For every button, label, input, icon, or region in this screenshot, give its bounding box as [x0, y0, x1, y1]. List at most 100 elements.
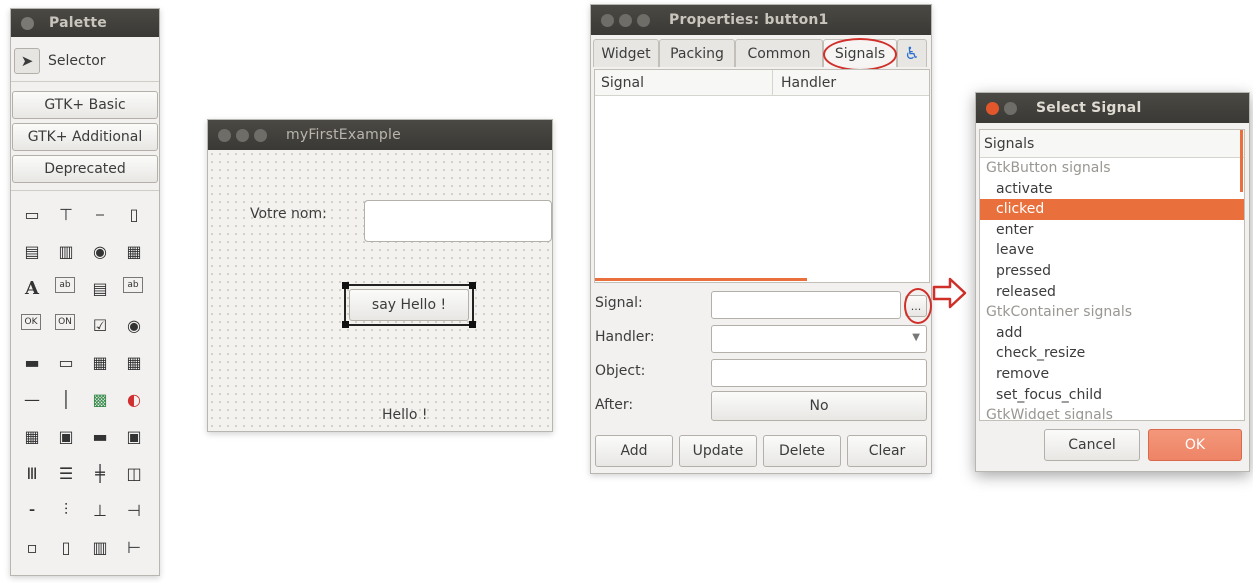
fixed-icon[interactable]: ▥ — [89, 536, 111, 558]
hscale-icon[interactable]: ⁃ — [21, 499, 43, 521]
hbox-icon[interactable]: ☰ — [55, 462, 77, 484]
window-icon[interactable]: ▭ — [21, 203, 43, 225]
signal-item[interactable]: clicked — [980, 199, 1244, 220]
tray-icon[interactable]: ▫ — [21, 536, 43, 558]
button-row-icon[interactable]: ▤ — [21, 240, 43, 262]
radio-icon[interactable]: ◉ — [123, 314, 145, 336]
example-title: myFirstExample — [286, 127, 401, 143]
progress-icon[interactable]: ▬ — [89, 425, 111, 447]
vbox-icon[interactable]: Ⅲ — [21, 462, 43, 484]
signal-group-header[interactable]: GtkButton signals — [980, 158, 1244, 179]
signal-item[interactable]: released — [980, 282, 1244, 303]
signal-item[interactable]: set_focus_child — [980, 385, 1244, 406]
image-icon[interactable]: ▩ — [89, 388, 111, 410]
signals-column-header[interactable]: Signals — [980, 130, 1244, 158]
design-canvas[interactable]: Votre nom: say Hello ! Hello ! — [208, 150, 552, 431]
after-toggle[interactable]: No — [711, 391, 927, 421]
column-signal[interactable]: Signal — [595, 70, 773, 95]
chevron-down-icon[interactable]: ▼ — [912, 332, 920, 343]
cancel-button[interactable]: Cancel — [1044, 429, 1140, 461]
spin-icon[interactable]: ab — [123, 277, 143, 293]
tab-common[interactable]: Common — [735, 39, 823, 67]
signal-tree[interactable]: Signals GtkButton signals activate clicked… — [979, 129, 1245, 421]
ok-icon[interactable]: OK — [21, 314, 41, 330]
frame-icon[interactable]: ▯ — [123, 203, 145, 225]
signal-item[interactable]: enter — [980, 220, 1244, 241]
signal-item[interactable]: remove — [980, 364, 1244, 385]
signals-annotation-ellipse — [823, 38, 897, 71]
column-handler[interactable]: Handler — [773, 70, 836, 95]
handler-combo[interactable]: ▼ — [711, 325, 927, 353]
tab-packing[interactable]: Packing — [659, 39, 735, 67]
maximize-icon[interactable] — [254, 128, 267, 142]
tab-accessibility[interactable]: ♿ — [897, 39, 927, 67]
list-scrollbar[interactable] — [595, 278, 807, 281]
ok-button[interactable]: OK — [1148, 429, 1242, 461]
notebook-icon[interactable]: ◫ — [123, 462, 145, 484]
signal-group-header[interactable]: GtkWidget signals — [980, 405, 1244, 420]
check-icon[interactable]: ☑ — [89, 314, 111, 336]
tab-widget[interactable]: Widget — [593, 39, 659, 67]
name-input[interactable] — [364, 200, 552, 242]
color-icon[interactable]: ◐ — [123, 388, 145, 410]
combo-entry-icon[interactable]: ▭ — [55, 351, 77, 373]
file-chooser-icon[interactable]: ▣ — [55, 425, 77, 447]
signal-handler-list[interactable]: Signal Handler — [594, 69, 930, 283]
signal-item[interactable]: activate — [980, 179, 1244, 200]
label-icon[interactable]: A — [21, 277, 43, 299]
radio-tool-icon[interactable]: ◉ — [89, 240, 111, 262]
vseparator-icon[interactable]: │ — [55, 388, 77, 410]
vscroll-icon[interactable]: ⊥ — [89, 499, 111, 521]
table-icon[interactable]: ▦ — [89, 351, 111, 373]
close-icon[interactable] — [986, 101, 999, 115]
maximize-icon[interactable] — [637, 13, 650, 27]
update-button[interactable]: Update — [679, 435, 757, 467]
select-signal-titlebar: Select Signal — [976, 93, 1249, 123]
say-hello-button[interactable]: say Hello ! — [349, 289, 469, 321]
group-deprecated-button[interactable]: Deprecated — [12, 155, 158, 183]
entry-icon[interactable]: ab — [55, 277, 75, 293]
accessibility-icon: ♿ — [904, 43, 920, 64]
grid-layout-icon[interactable]: ╪ — [89, 462, 111, 484]
minimize-icon[interactable] — [236, 128, 249, 142]
tree-scrollbar[interactable] — [1240, 130, 1243, 192]
ruler-icon[interactable]: ⎯ — [89, 203, 111, 225]
book-icon[interactable]: ▯ — [55, 536, 77, 558]
minimize-icon[interactable] — [1004, 101, 1017, 115]
text-view-icon[interactable]: ▤ — [89, 277, 111, 299]
signal-item[interactable]: pressed — [980, 261, 1244, 282]
close-icon[interactable] — [218, 128, 231, 142]
dialog-icon[interactable]: ⊤ — [55, 203, 77, 225]
grid-icon[interactable]: ▦ — [123, 351, 145, 373]
add-button[interactable]: Add — [595, 435, 673, 467]
group-gtk-additional-button[interactable]: GTK+ Additional — [12, 123, 158, 151]
selector-tool[interactable]: ➤ Selector — [12, 45, 158, 77]
close-icon[interactable] — [601, 13, 614, 27]
selection-handle[interactable] — [469, 321, 476, 328]
hscroll-icon[interactable]: ⊣ — [123, 499, 145, 521]
signal-item[interactable]: add — [980, 323, 1244, 344]
delete-button[interactable]: Delete — [763, 435, 841, 467]
hseparator-icon[interactable]: — — [21, 388, 43, 410]
calendar-icon[interactable]: ▦ — [21, 425, 43, 447]
toggle-icon[interactable]: ON — [55, 314, 75, 330]
selection-handle[interactable] — [342, 282, 349, 289]
selector-label: Selector — [48, 53, 106, 69]
close-icon[interactable] — [21, 16, 34, 30]
selection-handle[interactable] — [342, 321, 349, 328]
signal-item[interactable]: leave — [980, 240, 1244, 261]
selection-handle[interactable] — [469, 282, 476, 289]
vscale-icon[interactable]: ⫶ — [55, 499, 77, 521]
signal-group-header[interactable]: GtkContainer signals — [980, 302, 1244, 323]
expander-icon[interactable]: ▣ — [123, 425, 145, 447]
object-input[interactable] — [711, 359, 927, 387]
ok-button-icon[interactable]: ▥ — [55, 240, 77, 262]
signal-input[interactable] — [711, 291, 901, 319]
combo-icon[interactable]: ▬ — [21, 351, 43, 373]
minimize-icon[interactable] — [619, 13, 632, 27]
clear-button[interactable]: Clear — [847, 435, 927, 467]
signal-item[interactable]: check_resize — [980, 343, 1244, 364]
toolbar-icon[interactable]: ▦ — [123, 240, 145, 262]
alignment-icon[interactable]: ⊢ — [123, 536, 145, 558]
group-gtk-basic-button[interactable]: GTK+ Basic — [12, 91, 158, 119]
